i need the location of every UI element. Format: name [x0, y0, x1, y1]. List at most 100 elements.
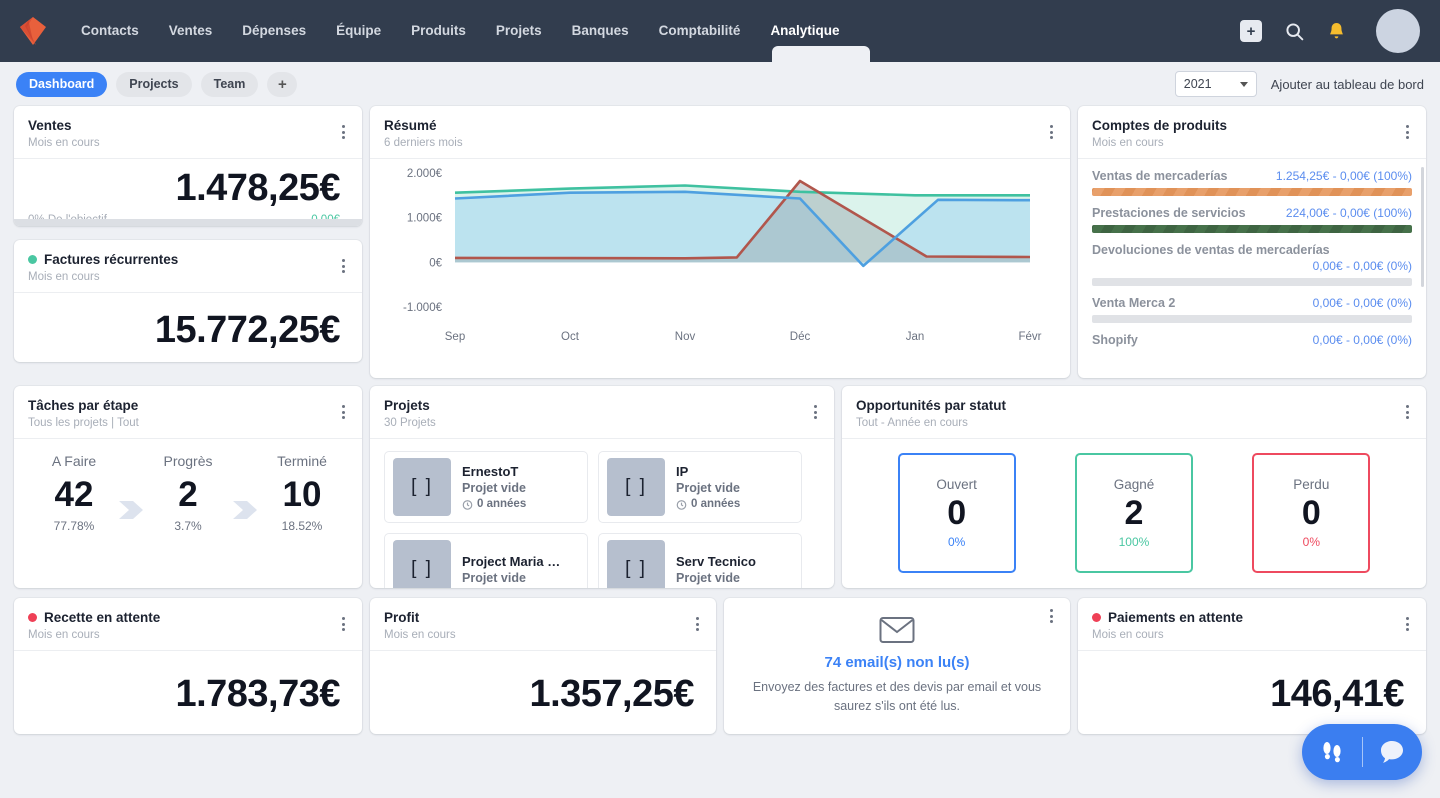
nav-link-banques[interactable]: Banques	[557, 0, 644, 62]
card-comptes-subtitle: Mois en cours	[1092, 137, 1412, 149]
account-progress-fill	[1092, 188, 1412, 196]
project-age: 0 années	[676, 498, 740, 510]
opp-percent: 0%	[1303, 535, 1320, 549]
list-item[interactable]: [ ]ErnestoTProjet vide0 années	[384, 451, 588, 523]
nav-link-equipe[interactable]: Équipe	[321, 0, 396, 62]
user-avatar[interactable]	[1376, 9, 1420, 53]
nav-link-produits[interactable]: Produits	[396, 0, 481, 62]
card-factures-title-text: Factures récurrentes	[44, 252, 178, 267]
card-recette-title: Recette en attente	[28, 610, 348, 625]
card-ventes-body: 1.478,25€	[14, 159, 362, 210]
card-paiements-title-text: Paiements en attente	[1108, 610, 1243, 625]
card-ventes: Ventes Mois en cours 1.478,25€ 0% De l'o…	[14, 106, 362, 226]
add-button[interactable]: +	[1240, 20, 1262, 42]
opp-count: 0	[1302, 492, 1321, 535]
stage-a-faire: A Faire 42 77.78%	[32, 453, 116, 533]
stage-termine: Terminé 10 18.52%	[260, 453, 344, 533]
account-row: Ventas de mercaderías1.254,25€ - 0,00€ (…	[1092, 169, 1412, 196]
card-profit-menu-icon[interactable]	[690, 615, 704, 633]
nav-link-comptabilite[interactable]: Comptabilité	[644, 0, 756, 62]
project-description: Projet vide	[462, 481, 526, 495]
stage-percent: 3.7%	[146, 519, 230, 533]
card-ventes-menu-icon[interactable]	[336, 123, 350, 141]
card-taches-par-etape: Tâches par étape Tous les projets | Tout…	[14, 386, 362, 588]
footprints-icon[interactable]	[1303, 738, 1362, 766]
card-taches-menu-icon[interactable]	[336, 403, 350, 421]
card-projets-title: Projets	[384, 398, 820, 413]
card-opps-menu-icon[interactable]	[1400, 403, 1414, 421]
chat-widget[interactable]	[1302, 724, 1422, 780]
account-row: Shopify0,00€ - 0,00€ (0%)	[1092, 333, 1412, 348]
list-item[interactable]: [ ]Serv TecnicoProjet vide	[598, 533, 802, 588]
tab-dashboard[interactable]: Dashboard	[16, 72, 107, 97]
project-description: Projet vide	[462, 571, 560, 585]
project-meta: Project Maria …Projet vide	[451, 554, 560, 585]
nav-link-depenses[interactable]: Dépenses	[227, 0, 321, 62]
card-factures-title: Factures récurrentes	[28, 252, 348, 267]
project-meta: IPProjet vide0 années	[665, 464, 740, 510]
card-email: 74 email(s) non lu(s) Envoyez des factur…	[724, 598, 1070, 734]
opp-box-perdu[interactable]: Perdu 0 0%	[1252, 453, 1370, 573]
resume-chart-svg: 2.000€1.000€0€-1.000€SepOctNovDécJanFévr	[370, 159, 1070, 369]
history-icon	[676, 499, 687, 510]
comptes-list: Ventas de mercaderías1.254,25€ - 0,00€ (…	[1078, 159, 1426, 348]
project-name: Serv Tecnico	[676, 554, 756, 569]
card-projets-menu-icon[interactable]	[808, 403, 822, 421]
svg-text:Févr: Févr	[1019, 331, 1042, 343]
opp-box-gagne[interactable]: Gagné 2 100%	[1075, 453, 1193, 573]
add-to-dashboard-button[interactable]: Ajouter au tableau de bord	[1271, 77, 1424, 92]
card-paiements-body: 146,41€	[1078, 651, 1426, 716]
card-projets-subtitle: 30 Projets	[384, 417, 820, 429]
opp-percent: 100%	[1119, 535, 1150, 549]
account-value: 0,00€ - 0,00€ (0%)	[1313, 333, 1412, 347]
card-resume-menu-icon[interactable]	[1044, 123, 1058, 141]
account-row-labels: Prestaciones de servicios224,00€ - 0,00€…	[1092, 206, 1412, 220]
opp-count: 2	[1125, 492, 1144, 535]
project-age: 0 années	[462, 498, 526, 510]
tab-projects[interactable]: Projects	[116, 72, 191, 97]
account-row: Prestaciones de servicios224,00€ - 0,00€…	[1092, 206, 1412, 233]
card-taches-subtitle: Tous les projets | Tout	[28, 417, 348, 429]
card-recette-body: 1.783,73€	[14, 651, 362, 716]
add-tab-button[interactable]: +	[267, 72, 297, 97]
opp-box-ouvert[interactable]: Ouvert 0 0%	[898, 453, 1016, 573]
nav-link-ventes[interactable]: Ventes	[154, 0, 228, 62]
tab-team[interactable]: Team	[201, 72, 259, 97]
nav-link-contacts[interactable]: Contacts	[66, 0, 154, 62]
nav-link-projets[interactable]: Projets	[481, 0, 557, 62]
notification-bell-icon[interactable]	[1327, 21, 1346, 42]
card-resume-header: Résumé 6 derniers mois	[370, 106, 1070, 159]
stage-label: A Faire	[32, 453, 116, 469]
stage-label: Terminé	[260, 453, 344, 469]
card-recette-menu-icon[interactable]	[336, 615, 350, 633]
svg-text:-1.000€: -1.000€	[403, 302, 443, 314]
account-progress-bar	[1092, 188, 1412, 196]
list-item[interactable]: [ ]IPProjet vide0 années	[598, 451, 802, 523]
card-paiements-menu-icon[interactable]	[1400, 615, 1414, 633]
stage-percent: 18.52%	[260, 519, 344, 533]
chat-bubble-icon[interactable]	[1363, 739, 1422, 765]
year-select[interactable]: 2021	[1175, 71, 1257, 97]
card-comptes-menu-icon[interactable]	[1400, 123, 1414, 141]
card-taches-header: Tâches par étape Tous les projets | Tout	[14, 386, 362, 439]
profit-amount: 1.357,25€	[384, 673, 694, 716]
account-row-labels: Venta Merca 20,00€ - 0,00€ (0%)	[1092, 296, 1412, 310]
card-resume-subtitle: 6 derniers mois	[384, 137, 1056, 149]
card-email-body: 74 email(s) non lu(s) Envoyez des factur…	[724, 598, 1070, 717]
card-ventes-subtitle: Mois en cours	[28, 137, 348, 149]
card-recette-header: Recette en attente Mois en cours	[14, 598, 362, 651]
account-row-labels: Shopify0,00€ - 0,00€ (0%)	[1092, 333, 1412, 347]
card-factures-menu-icon[interactable]	[336, 257, 350, 275]
project-meta: ErnestoTProjet vide0 années	[451, 464, 526, 510]
svg-text:2.000€: 2.000€	[407, 168, 443, 180]
svg-text:1.000€: 1.000€	[407, 213, 443, 225]
account-name: Ventas de mercaderías	[1092, 169, 1228, 183]
search-icon[interactable]	[1284, 21, 1305, 42]
card-comptes-header: Comptes de produits Mois en cours	[1078, 106, 1426, 159]
list-item[interactable]: [ ]Project Maria …Projet vide	[384, 533, 588, 588]
comptes-scrollbar[interactable]	[1421, 167, 1424, 287]
card-ventes-header: Ventes Mois en cours	[14, 106, 362, 159]
project-thumbnail: [ ]	[393, 458, 451, 516]
gem-logo[interactable]	[16, 14, 50, 48]
unread-emails-link[interactable]: 74 email(s) non lu(s)	[748, 654, 1046, 671]
